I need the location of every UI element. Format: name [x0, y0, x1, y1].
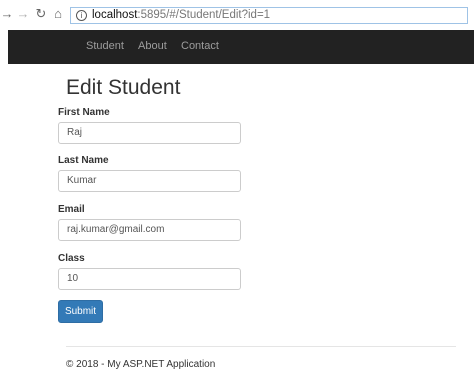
top-navbar: Student About Contact [8, 30, 474, 64]
reload-icon[interactable]: ↻ [34, 7, 48, 21]
submit-button[interactable]: Submit [58, 300, 103, 323]
last-name-label: Last Name [58, 155, 109, 166]
forward-arrow-icon[interactable]: → [16, 7, 30, 21]
nav-link-student[interactable]: Student [86, 40, 124, 52]
address-bar[interactable]: i localhost:5895/#/Student/Edit?id=1 [70, 7, 468, 24]
email-field[interactable]: raj.kumar@gmail.com [58, 219, 241, 241]
first-name-field[interactable]: Raj [58, 122, 241, 144]
page-title: Edit Student [66, 76, 181, 99]
home-icon[interactable]: ⌂ [51, 7, 65, 21]
browser-toolbar: → → ↻ ⌂ i localhost:5895/#/Student/Edit?… [0, 0, 474, 30]
footer-text: © 2018 - My ASP.NET Application [66, 359, 216, 370]
nav-link-about[interactable]: About [138, 40, 167, 52]
class-field[interactable]: 10 [58, 268, 241, 290]
last-name-field[interactable]: Kumar [58, 170, 241, 192]
url-path: :5895/#/Student/Edit?id=1 [137, 9, 271, 21]
info-icon[interactable]: i [76, 10, 87, 21]
footer-divider [66, 346, 456, 347]
email-label: Email [58, 204, 85, 215]
first-name-label: First Name [58, 107, 110, 118]
class-label: Class [58, 253, 85, 264]
back-arrow-icon[interactable]: → [0, 7, 14, 21]
nav-link-contact[interactable]: Contact [181, 40, 219, 52]
url-host: localhost [92, 9, 138, 21]
